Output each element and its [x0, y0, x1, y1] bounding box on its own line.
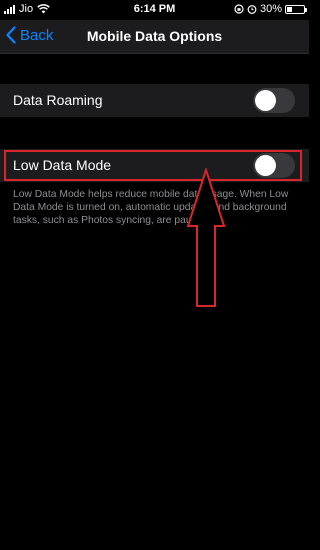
data-roaming-label: Data Roaming: [13, 92, 103, 108]
battery-level-fill: [287, 6, 292, 12]
battery-percent: 30%: [259, 3, 282, 15]
data-roaming-row: Data Roaming: [0, 84, 309, 117]
chevron-left-icon: [6, 26, 16, 44]
navigation-bar: Back Mobile Data Options: [0, 20, 309, 54]
toggle-knob: [255, 90, 276, 111]
low-data-mode-label: Low Data Mode: [13, 157, 112, 173]
back-button[interactable]: Back: [6, 26, 53, 44]
low-data-mode-description: Low Data Mode helps reduce mobile data u…: [13, 189, 289, 226]
back-button-label: Back: [20, 26, 54, 44]
alarm-icon: [247, 5, 257, 14]
low-data-mode-row: Low Data Mode: [0, 149, 309, 182]
toggle-knob: [255, 155, 276, 176]
rotation-lock-icon: [234, 4, 244, 14]
battery-icon: [285, 4, 307, 14]
data-roaming-toggle[interactable]: [253, 88, 295, 113]
status-right: 30%: [234, 3, 307, 15]
low-data-mode-toggle[interactable]: [253, 153, 295, 178]
status-bar: Jio 6:14 PM 30%: [0, 0, 309, 20]
